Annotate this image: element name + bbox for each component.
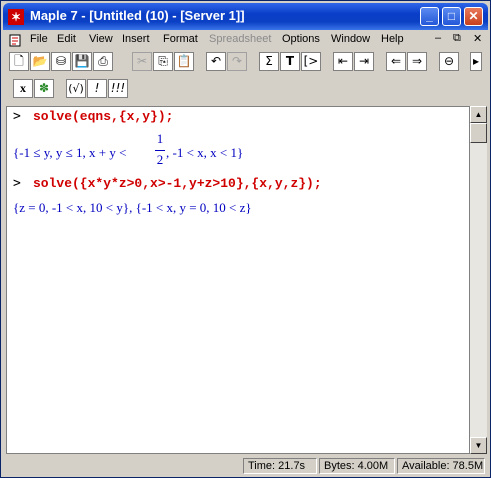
menu-options[interactable]: Options [282,33,320,45]
menu-help[interactable]: Help [381,33,404,45]
document-icon[interactable] [9,33,23,47]
paste-icon[interactable]: 📋 [174,52,194,71]
scroll-up-icon[interactable]: ▲ [470,106,487,123]
main-toolbar: 🗋 📂 ⛁ 💾 ⎙ ✂ ⎘ 📋 ↶ ↷ Σ T [> ⇤ ⇥ ⇐ ⇒ ⊖ ▸ [5,52,485,76]
output-2: {z = 0, -1 < x, 10 < y}, {-1 < x, y = 0,… [13,200,252,215]
mdi-close-button[interactable]: ✕ [473,32,482,45]
menu-spreadsheet[interactable]: Spreadsheet [209,33,271,45]
forward-arrow-icon[interactable]: ⇒ [407,52,427,71]
output-1-numerator: 1 [156,131,164,146]
open-url-icon[interactable]: ⛁ [51,52,71,71]
cut-icon[interactable]: ✂ [132,52,152,71]
worksheet[interactable]: > solve(eqns,{x,y}); {-1 ≤ y, y ≤ 1, x +… [6,106,470,454]
maple-leaf-button-icon[interactable]: ✽ [34,79,54,98]
window-title: Maple 7 - [Untitled (10) - [Server 1]] [30,8,245,23]
maple-window: ✶ Maple 7 - [Untitled (10) - [Server 1]]… [0,0,491,478]
menu-bar: File Edit View Insert Format Spreadsheet… [3,30,488,50]
status-bytes: Bytes: 4.00M [319,458,395,474]
mdi-restore-button[interactable]: ⧉ [453,32,461,45]
scroll-thumb[interactable] [470,123,487,143]
math-mode-button[interactable]: x [13,79,33,98]
mdi-minimize-button[interactable]: – [435,32,441,44]
evaluate-button[interactable]: (√) [66,79,86,98]
status-bar: Time: 21.7s Bytes: 4.00M Available: 78.5… [3,457,488,475]
command-line-1[interactable]: solve(eqns,{x,y}); [33,109,173,124]
output-1-right: , -1 < x, x < 1} [166,145,244,160]
maximize-button[interactable]: □ [442,7,461,26]
undo-icon[interactable]: ↶ [206,52,226,71]
maple-leaf-icon[interactable]: ✶ [8,9,24,25]
outdent-icon[interactable]: ⇤ [333,52,353,71]
context-toolbar: x ✽ (√) ! !!! [5,79,145,103]
fraction-bar [155,150,165,151]
insert-input-icon[interactable]: [> [301,52,321,71]
execute-button[interactable]: ! [87,79,107,98]
menu-file[interactable]: File [30,33,48,45]
copy-icon[interactable]: ⎘ [153,52,173,71]
print-icon[interactable]: ⎙ [93,52,113,71]
execute-all-button[interactable]: !!! [108,79,128,98]
menu-window[interactable]: Window [331,33,370,45]
minimize-button[interactable]: _ [420,7,439,26]
menu-format[interactable]: Format [163,33,198,45]
status-available: Available: 78.5M [397,458,485,474]
output-1-left: {-1 ≤ y, y ≤ 1, x + y < [13,145,130,160]
stop-icon[interactable]: ⊖ [439,52,459,71]
input-prompt-2: > [13,176,21,191]
status-time: Time: 21.7s [243,458,317,474]
output-1-denominator: 2 [156,152,164,167]
vertical-scrollbar[interactable]: ▲ ▼ [470,106,487,454]
sigma-icon[interactable]: Σ [259,52,279,71]
menu-edit[interactable]: Edit [57,33,76,45]
close-button[interactable]: ✕ [464,7,483,26]
open-icon[interactable]: 📂 [30,52,50,71]
new-icon[interactable]: 🗋 [9,52,29,71]
indent-icon[interactable]: ⇥ [354,52,374,71]
save-icon[interactable]: 💾 [72,52,92,71]
command-line-2[interactable]: solve({x*y*z>0,x>-1,y+z>10},{x,y,z}); [33,176,322,191]
menu-insert[interactable]: Insert [122,33,150,45]
back-arrow-icon[interactable]: ⇐ [386,52,406,71]
redo-icon[interactable]: ↷ [227,52,247,71]
menu-view[interactable]: View [89,33,113,45]
toolbar-overflow-icon[interactable]: ▸ [470,52,482,71]
text-mode-icon[interactable]: T [280,52,300,71]
title-bar[interactable]: ✶ Maple 7 - [Untitled (10) - [Server 1]]… [3,3,488,30]
input-prompt: > [13,109,21,124]
scroll-down-icon[interactable]: ▼ [470,437,487,454]
